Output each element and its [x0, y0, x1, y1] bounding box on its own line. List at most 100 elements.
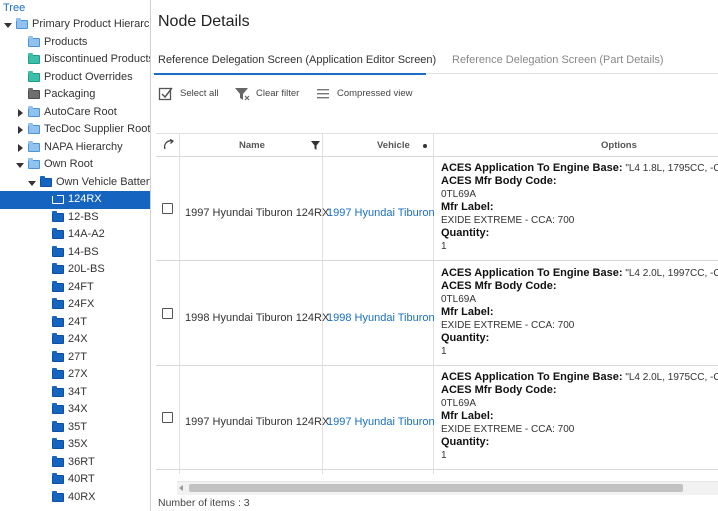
tree-item[interactable]: 24FT	[0, 279, 150, 297]
tree-item[interactable]: 24FX	[0, 296, 150, 314]
sort-indicator-icon[interactable]	[423, 144, 427, 148]
tree-item[interactable]: 34X	[0, 401, 150, 419]
tree-item-label: Products	[44, 35, 88, 48]
vehicle-link[interactable]: 1997 Hyundai Tiburon	[327, 207, 435, 219]
select-all-button[interactable]: Select all	[158, 85, 228, 103]
tree-item-label: 34X	[68, 403, 88, 415]
tree-item[interactable]: 40RX	[0, 489, 150, 507]
clear-filter-icon	[235, 88, 250, 101]
chevron-down-icon[interactable]	[4, 21, 12, 29]
chevron-right-icon[interactable]	[16, 108, 24, 117]
folder-icon	[52, 455, 64, 467]
tree-item-label: 36RT	[68, 455, 95, 468]
folder-icon	[52, 385, 64, 397]
name-cell: 1997 Hyundai Tiburon 124RX	[185, 416, 330, 428]
select-all-icon	[158, 87, 173, 101]
folder-icon	[52, 228, 64, 239]
folder-icon	[52, 368, 64, 379]
results-grid: Name Vehicle Options 1997 Hyundai Tiburo…	[156, 133, 718, 474]
engine-base-key: ACES Application To Engine Base:	[441, 162, 623, 174]
body-code-value: 0TL69A	[441, 189, 477, 200]
compressed-view-icon	[317, 89, 329, 99]
folder-icon	[52, 403, 64, 414]
tree-item[interactable]: 35T	[0, 419, 150, 437]
options-cell: ACES Application To Engine Base: "L4 1.8…	[441, 162, 718, 253]
filter-icon[interactable]	[311, 141, 320, 150]
vehicle-link[interactable]: 1997 Hyundai Tiburon	[327, 416, 435, 428]
refresh-icon[interactable]	[162, 138, 176, 152]
table-row[interactable]: 1997 Hyundai Tiburon 124RX 1997 Hyundai T…	[156, 157, 718, 261]
scrollbar-thumb[interactable]	[189, 484, 683, 492]
clear-filter-button[interactable]: Clear filter	[234, 85, 306, 103]
tree-item[interactable]: Product Overrides	[0, 69, 150, 87]
tree-item-label: 35T	[68, 420, 87, 433]
tree-item-label: 40RT	[68, 473, 95, 485]
tree-item-label: 34T	[68, 385, 87, 398]
folder-icon	[28, 123, 40, 134]
tree-item[interactable]: 20L-BS	[0, 261, 150, 279]
tree-item[interactable]: 12-BS	[0, 209, 150, 227]
folder-icon	[28, 70, 40, 82]
tree-item[interactable]: 40RT	[0, 471, 150, 489]
folder-icon	[52, 350, 64, 362]
tree-item-label: 24FT	[68, 280, 94, 293]
engine-base-key: ACES Application To Engine Base:	[441, 266, 623, 279]
tree-item[interactable]: Discontinued Products	[0, 51, 150, 69]
tree-item[interactable]: Packaging	[0, 86, 150, 104]
vehicle-link[interactable]: 1998 Hyundai Tiburon	[327, 312, 435, 324]
tree-pane: Tree Primary Product Hierarchy Products Di…	[0, 0, 151, 511]
chevron-right-icon[interactable]	[16, 143, 24, 152]
column-header-vehicle[interactable]: Vehicle	[377, 140, 410, 151]
row-checkbox[interactable]	[162, 203, 173, 214]
tree-item[interactable]: 24X	[0, 331, 150, 349]
folder-icon	[28, 158, 40, 169]
tree-item[interactable]: Primary Product Hierarchy	[0, 16, 151, 34]
tree-item[interactable]: TecDoc Supplier Root	[0, 121, 150, 139]
scroll-left-icon[interactable]	[179, 485, 183, 491]
tree-item[interactable]: 24T	[0, 314, 150, 332]
row-checkbox[interactable]	[162, 412, 173, 423]
column-header-options[interactable]: Options	[601, 140, 637, 151]
tab-part-details[interactable]: Reference Delegation Screen (Part Detail…	[452, 54, 664, 66]
tree-header[interactable]: Tree	[0, 0, 150, 17]
folder-icon	[52, 210, 64, 222]
tree-item[interactable]: 35X	[0, 436, 150, 454]
mfr-label-value: EXIDE EXTREME - CCA: 700	[441, 319, 575, 331]
tree-item-label: 14-BS	[68, 245, 99, 258]
tree-item[interactable]: 27X	[0, 366, 150, 384]
chevron-down-icon[interactable]	[28, 179, 36, 187]
folder-icon	[52, 490, 64, 502]
column-header-name[interactable]: Name	[239, 140, 265, 151]
row-checkbox[interactable]	[162, 307, 173, 319]
table-row[interactable]: 1997 Hyundai Tiburon 124RX 1997 Hyundai T…	[156, 366, 718, 470]
folder-icon	[28, 105, 40, 117]
tree-item[interactable]: NAPA Hierarchy	[0, 139, 150, 157]
tree-item[interactable]: 34T	[0, 384, 150, 402]
horizontal-scrollbar[interactable]	[177, 481, 718, 495]
tree-item[interactable]: AutoCare Root	[0, 104, 150, 122]
tab-application-editor[interactable]: Reference Delegation Screen (Application…	[158, 54, 436, 66]
tree-item[interactable]: 27T	[0, 349, 150, 367]
chevron-right-icon[interactable]	[16, 126, 24, 134]
quantity-key: Quantity:	[441, 227, 490, 239]
grid-header: Name Vehicle Options	[156, 134, 718, 157]
quantity-key: Quantity:	[441, 436, 490, 448]
node-details-panel: Node Details Reference Delegation Screen…	[152, 0, 718, 511]
tree-item-label: 24T	[68, 315, 87, 328]
options-cell: ACES Application To Engine Base: "L4 2.0…	[441, 267, 718, 358]
compressed-view-button[interactable]: Compressed view	[315, 85, 415, 103]
chevron-down-icon[interactable]	[16, 161, 24, 169]
table-row[interactable]: 1998 Hyundai Tiburon 124RX 1998 Hyundai T…	[156, 262, 718, 366]
tree-item[interactable]: 14A-A2	[0, 226, 150, 244]
clear-filter-label: Clear filter	[256, 88, 300, 99]
tree-item-label: 20L-BS	[68, 263, 105, 275]
tree-item[interactable]: Products	[0, 34, 150, 52]
tree-item[interactable]: 14-BS	[0, 244, 150, 262]
tree-item[interactable]: Own Root	[0, 156, 150, 174]
tree-item[interactable]: Own Vehicle Battery	[0, 174, 150, 192]
tree-item[interactable]: 124RX	[0, 191, 150, 209]
tree-item[interactable]: 36RT	[0, 454, 150, 472]
mfr-label-key: Mfr Label:	[441, 201, 494, 213]
tree-item-label: Primary Product Hierarchy	[32, 18, 151, 30]
mfr-label-key: Mfr Label:	[441, 305, 494, 318]
